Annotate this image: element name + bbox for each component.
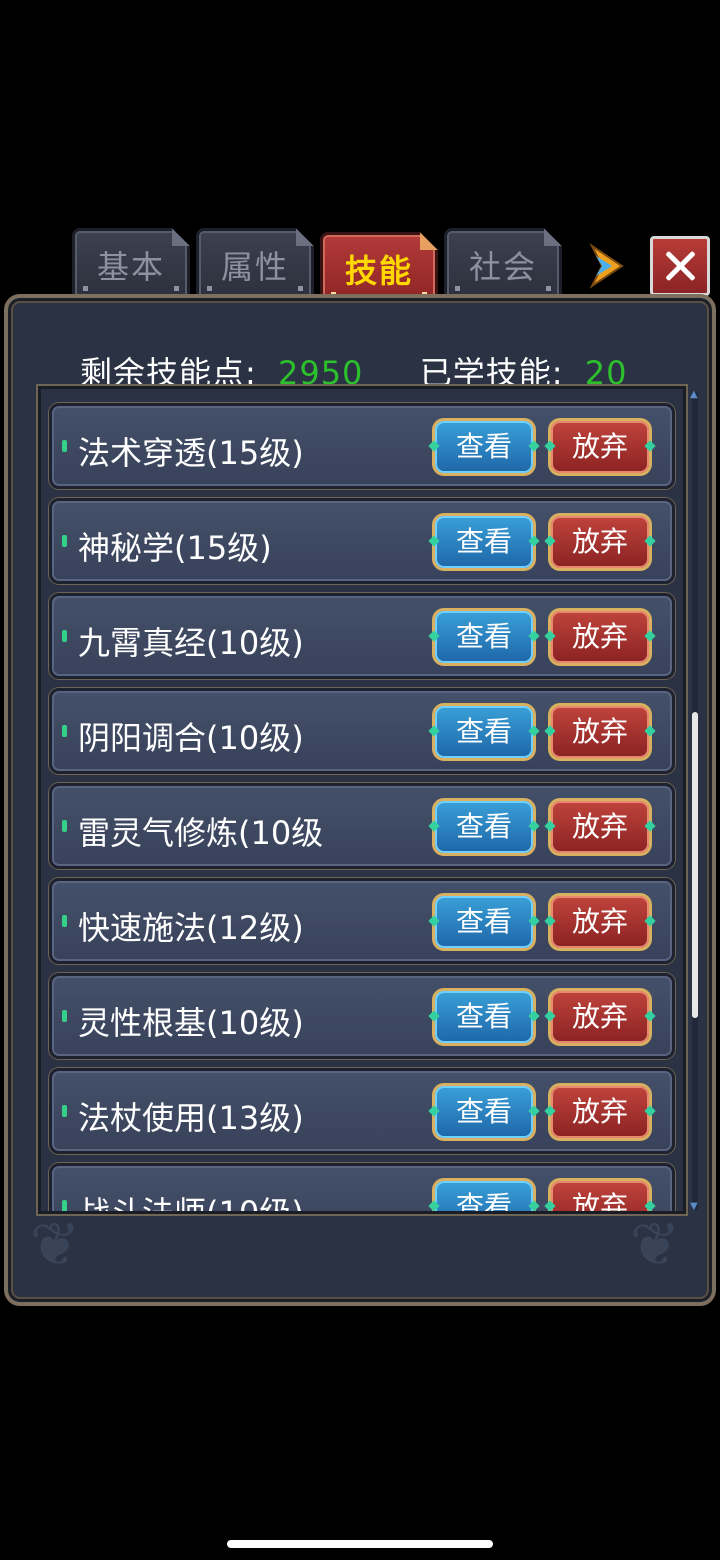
abandon-button[interactable]: 放弃 bbox=[548, 703, 652, 761]
tab-corner-dot bbox=[83, 286, 88, 291]
abandon-button[interactable]: 放弃 bbox=[548, 1178, 652, 1211]
abandon-button[interactable]: 放弃 bbox=[548, 418, 652, 476]
list-item: 战斗法师(10级) 查看 放弃 bbox=[49, 1163, 675, 1214]
bullet-icon bbox=[62, 440, 67, 452]
bullet-icon bbox=[62, 915, 67, 927]
skill-name: 快速施法(12级) bbox=[78, 909, 304, 947]
view-button[interactable]: 查看 bbox=[432, 893, 536, 951]
list-item: 法术穿透(15级) 查看 放弃 bbox=[49, 403, 675, 489]
view-button[interactable]: 查看 bbox=[432, 418, 536, 476]
view-button[interactable]: 查看 bbox=[432, 1178, 536, 1211]
view-button[interactable]: 查看 bbox=[432, 988, 536, 1046]
view-button[interactable]: 查看 bbox=[432, 608, 536, 666]
skill-name: 阴阳调合(10级) bbox=[78, 719, 304, 757]
list-item: 阴阳调合(10级) 查看 放弃 bbox=[49, 688, 675, 774]
abandon-button[interactable]: 放弃 bbox=[548, 1083, 652, 1141]
tab-corner-dot bbox=[298, 286, 303, 291]
tab-attributes[interactable]: 属性 bbox=[196, 228, 314, 300]
bullet-icon bbox=[62, 725, 67, 737]
bullet-icon bbox=[62, 535, 67, 547]
tab-basic-label: 基本 bbox=[96, 248, 165, 286]
tab-social-label: 社会 bbox=[468, 248, 537, 286]
ornament-icon: ❦ bbox=[630, 1210, 681, 1280]
abandon-button[interactable]: 放弃 bbox=[548, 988, 652, 1046]
list-item: 九霄真经(10级) 查看 放弃 bbox=[49, 593, 675, 679]
scroll-down-icon[interactable]: ▼ bbox=[690, 1202, 700, 1212]
ornament-icon: ❦ bbox=[30, 1210, 81, 1280]
next-arrow-icon[interactable] bbox=[586, 242, 626, 290]
tab-social[interactable]: 社会 bbox=[444, 228, 562, 300]
tab-corner-dot bbox=[174, 286, 179, 291]
tab-skills-label: 技能 bbox=[344, 252, 413, 290]
skill-name: 九霄真经(10级) bbox=[78, 624, 304, 662]
skill-list[interactable]: 法术穿透(15级) 查看 放弃 神秘学(15级) 查看 放弃 九霄真经(10级)… bbox=[38, 386, 686, 1214]
skill-name: 战斗法师(10级) bbox=[78, 1194, 304, 1214]
skill-name: 法术穿透(15级) bbox=[78, 434, 304, 472]
scrollbar-thumb[interactable] bbox=[692, 712, 698, 1018]
view-button[interactable]: 查看 bbox=[432, 1083, 536, 1141]
abandon-button[interactable]: 放弃 bbox=[548, 798, 652, 856]
skill-name: 灵性根基(10级) bbox=[78, 1004, 304, 1042]
bullet-icon bbox=[62, 1200, 67, 1211]
abandon-button[interactable]: 放弃 bbox=[548, 893, 652, 951]
skill-name: 神秘学(15级) bbox=[78, 529, 272, 567]
list-item: 神秘学(15级) 查看 放弃 bbox=[49, 498, 675, 584]
close-button[interactable] bbox=[650, 236, 710, 296]
skill-name: 雷灵气修炼(10级 bbox=[78, 814, 324, 852]
list-item: 雷灵气修炼(10级 查看 放弃 bbox=[49, 783, 675, 869]
bullet-icon bbox=[62, 820, 67, 832]
bullet-icon bbox=[62, 1105, 67, 1117]
abandon-button[interactable]: 放弃 bbox=[548, 513, 652, 571]
list-item: 快速施法(12级) 查看 放弃 bbox=[49, 878, 675, 964]
bullet-icon bbox=[62, 630, 67, 642]
tab-attributes-label: 属性 bbox=[220, 248, 289, 286]
list-item: 灵性根基(10级) 查看 放弃 bbox=[49, 973, 675, 1059]
view-button[interactable]: 查看 bbox=[432, 798, 536, 856]
tab-corner-dot bbox=[546, 286, 551, 291]
view-button[interactable]: 查看 bbox=[432, 513, 536, 571]
scroll-up-icon[interactable]: ▲ bbox=[690, 390, 700, 400]
home-indicator[interactable] bbox=[227, 1540, 493, 1548]
tab-corner-dot bbox=[455, 286, 460, 291]
abandon-button[interactable]: 放弃 bbox=[548, 608, 652, 666]
list-item: 法杖使用(13级) 查看 放弃 bbox=[49, 1068, 675, 1154]
tab-basic[interactable]: 基本 bbox=[72, 228, 190, 300]
bullet-icon bbox=[62, 1010, 67, 1022]
skill-name: 法杖使用(13级) bbox=[78, 1099, 304, 1137]
tab-corner-dot bbox=[207, 286, 212, 291]
view-button[interactable]: 查看 bbox=[432, 703, 536, 761]
